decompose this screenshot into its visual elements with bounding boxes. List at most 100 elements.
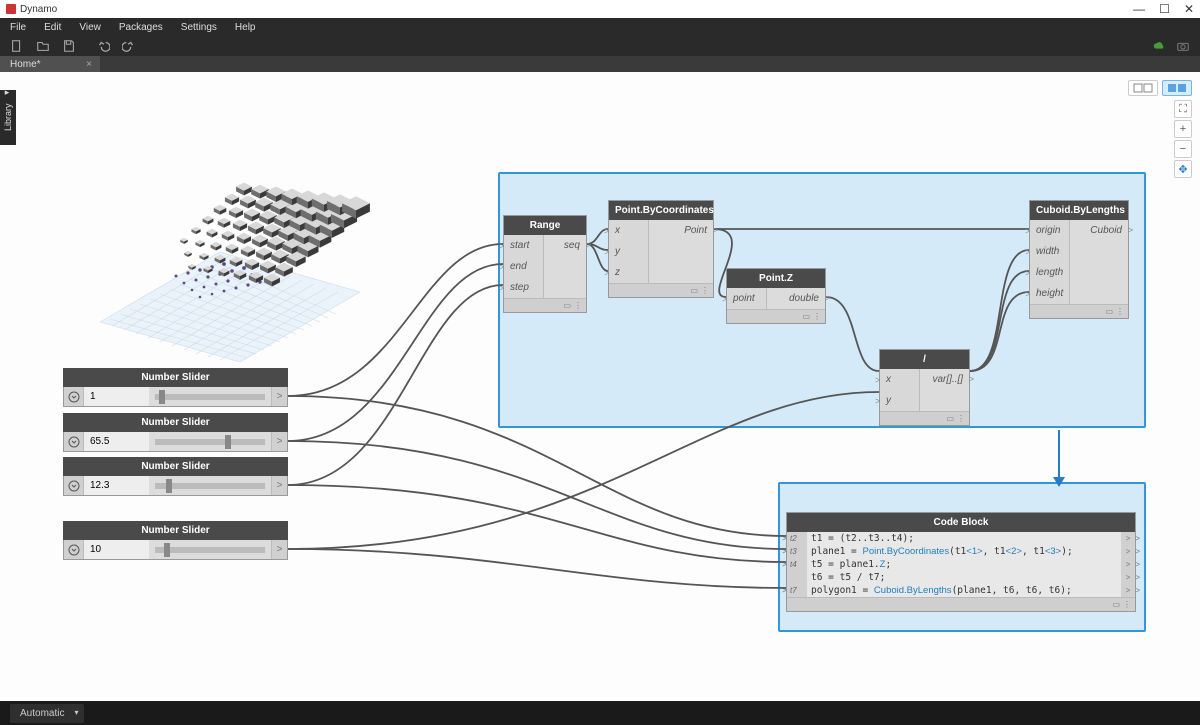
input-port-x[interactable]: >x <box>609 220 649 241</box>
close-tab-icon[interactable]: × <box>86 59 92 70</box>
input-port-height[interactable]: >height <box>1030 283 1070 304</box>
slider-thumb[interactable] <box>164 543 170 557</box>
output-ports: >>>>>>>>>> <box>1121 532 1135 597</box>
open-icon[interactable] <box>36 39 50 53</box>
node-cuboid-by-lengths[interactable]: Cuboid.ByLengths >origin Cuboid> >width … <box>1029 200 1129 319</box>
output-port[interactable]: seq> <box>544 240 586 251</box>
number-slider-node[interactable]: Number Slider 65.5 > <box>63 413 288 452</box>
output-port[interactable]: Cuboid> <box>1070 225 1128 236</box>
slider-track[interactable] <box>149 540 271 559</box>
node-code-block[interactable]: Code Block >t2>t3>t4 >t7 t1 = (t2..t3..t4… <box>786 512 1136 612</box>
file-tab-home[interactable]: Home* × <box>0 56 100 72</box>
view-3d-toggle[interactable] <box>1128 80 1158 96</box>
slider-track[interactable] <box>149 387 271 406</box>
menu-packages[interactable]: Packages <box>119 22 163 33</box>
output-port[interactable]: > <box>271 387 287 406</box>
save-icon[interactable] <box>62 39 76 53</box>
input-port-z[interactable]: >z <box>609 262 649 283</box>
slider-value[interactable]: 12.3 <box>84 476 149 495</box>
cloud-icon[interactable] <box>1152 39 1166 53</box>
input-port-spacer <box>787 571 807 584</box>
view-graph-toggle[interactable] <box>1162 80 1192 96</box>
output-port[interactable]: >> <box>1121 558 1135 571</box>
expand-toggle[interactable] <box>64 476 84 495</box>
input-port-t3[interactable]: >t3 <box>787 545 807 558</box>
close-button[interactable]: ✕ <box>1184 2 1194 16</box>
output-port[interactable]: >> <box>1121 545 1135 558</box>
output-port[interactable]: > <box>271 476 287 495</box>
input-port-t7[interactable]: >t7 <box>787 584 807 597</box>
input-port-step[interactable]: >step <box>504 277 544 298</box>
run-mode-selector[interactable]: Automatic <box>10 704 84 723</box>
node-title: Cuboid.ByLengths <box>1030 201 1128 220</box>
input-port-x[interactable]: >x <box>880 369 920 390</box>
input-port-origin[interactable]: >origin <box>1030 220 1070 241</box>
output-port[interactable]: var[]..[]> <box>920 374 969 385</box>
number-slider-node[interactable]: Number Slider 12.3 > <box>63 457 288 496</box>
toolbar <box>0 36 1200 56</box>
output-port[interactable]: >> <box>1121 571 1135 584</box>
slider-value[interactable]: 1 <box>84 387 149 406</box>
redo-icon[interactable] <box>122 39 136 53</box>
new-file-icon[interactable] <box>10 39 24 53</box>
input-port-length[interactable]: >length <box>1030 262 1070 283</box>
node-title: Number Slider <box>63 521 288 540</box>
group-arrow <box>1058 430 1060 477</box>
node-footer: ▭⋮ <box>727 309 825 323</box>
node-title: Code Block <box>787 513 1135 532</box>
input-port-y[interactable]: >y <box>880 390 920 411</box>
menu-file[interactable]: File <box>10 22 26 33</box>
undo-icon[interactable] <box>96 39 110 53</box>
input-port-end[interactable]: >end <box>504 256 544 277</box>
menu-view[interactable]: View <box>79 22 101 33</box>
input-port-t4[interactable]: >t4 <box>787 558 807 571</box>
maximize-button[interactable]: ☐ <box>1159 2 1170 16</box>
node-title: Number Slider <box>63 457 288 476</box>
input-port-width[interactable]: >width <box>1030 241 1070 262</box>
pan-button[interactable]: ✥ <box>1174 160 1192 178</box>
slider-thumb[interactable] <box>159 390 165 404</box>
node-range[interactable]: Range >start seq> >end >step ▭⋮ <box>503 215 587 313</box>
number-slider-node[interactable]: Number Slider 1 > <box>63 368 288 407</box>
fit-view-button[interactable]: ⛶ <box>1174 100 1192 118</box>
output-port[interactable]: > <box>271 432 287 451</box>
output-port[interactable]: > <box>271 540 287 559</box>
input-port-y[interactable]: >y <box>609 241 649 262</box>
slider-thumb[interactable] <box>166 479 172 493</box>
node-point-by-coordinates[interactable]: Point.ByCoordinates >x Point> >y >z ▭⋮ <box>608 200 714 298</box>
expand-toggle[interactable] <box>64 387 84 406</box>
slider-track[interactable] <box>149 432 271 451</box>
node-divide[interactable]: / >x var[]..[]> >y ▭⋮ <box>879 349 970 426</box>
slider-thumb[interactable] <box>225 435 231 449</box>
node-point-z[interactable]: Point.Z >point double> ▭⋮ <box>726 268 826 324</box>
output-port[interactable]: Point> <box>649 225 713 236</box>
output-port[interactable]: double> <box>767 293 825 304</box>
menu-settings[interactable]: Settings <box>181 22 217 33</box>
app-title: Dynamo <box>20 4 57 15</box>
node-footer: ▭⋮ <box>504 298 586 312</box>
minimize-button[interactable]: — <box>1133 2 1145 16</box>
output-port[interactable]: >> <box>1121 584 1135 597</box>
input-port-point[interactable]: >point <box>727 288 767 309</box>
input-port-start[interactable]: >start <box>504 235 544 256</box>
library-panel-toggle[interactable]: Library <box>0 90 16 145</box>
menu-help[interactable]: Help <box>235 22 256 33</box>
number-slider-node[interactable]: Number Slider 10 > <box>63 521 288 560</box>
zoom-in-button[interactable]: + <box>1174 120 1192 138</box>
code-editor[interactable]: t1 = (t2..t3..t4); plane1 = Point.ByCoor… <box>807 532 1121 597</box>
slider-value[interactable]: 10 <box>84 540 149 559</box>
slider-value[interactable]: 65.5 <box>84 432 149 451</box>
expand-toggle[interactable] <box>64 540 84 559</box>
geometry-preview-3d <box>90 102 370 362</box>
node-footer: ▭⋮ <box>1030 304 1128 318</box>
expand-toggle[interactable] <box>64 432 84 451</box>
group-arrow-head <box>1053 477 1065 487</box>
app-logo <box>6 4 16 14</box>
output-port[interactable]: >> <box>1121 532 1135 545</box>
camera-icon[interactable] <box>1176 39 1190 53</box>
zoom-out-button[interactable]: − <box>1174 140 1192 158</box>
menu-edit[interactable]: Edit <box>44 22 61 33</box>
input-port-t2[interactable]: >t2 <box>787 532 807 545</box>
graph-canvas[interactable]: Library ⛶ + − ✥ <box>0 72 1200 697</box>
slider-track[interactable] <box>149 476 271 495</box>
